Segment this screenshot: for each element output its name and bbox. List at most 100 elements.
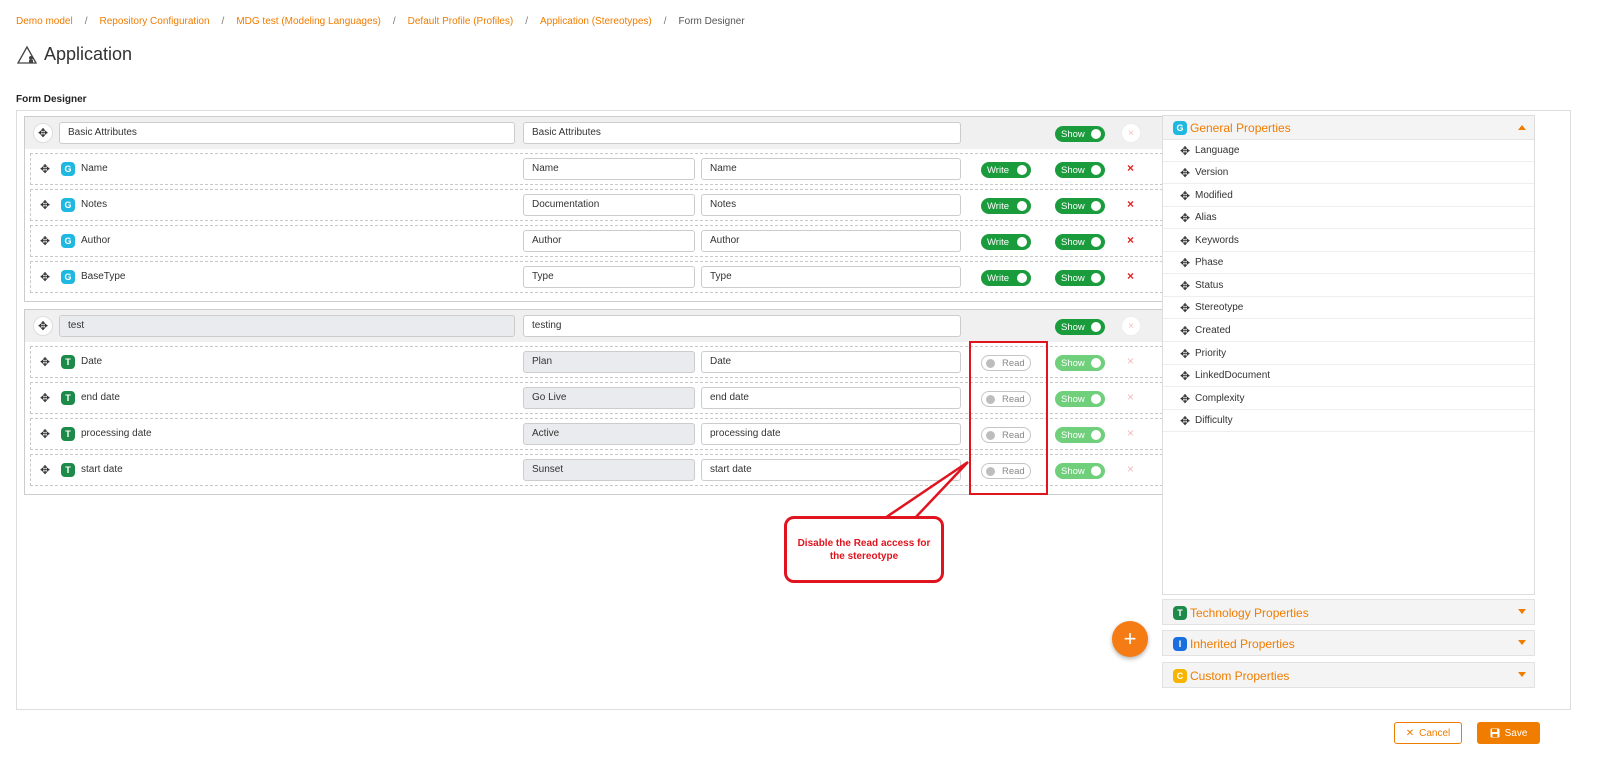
drag-handle-icon[interactable]: ✥ — [37, 426, 53, 442]
drag-handle-icon[interactable]: ✥ — [37, 390, 53, 406]
visibility-toggle[interactable]: Show — [1055, 319, 1105, 335]
access-toggle[interactable]: Write — [981, 162, 1031, 178]
remove-row-button[interactable]: × — [1127, 161, 1134, 175]
remove-row-button[interactable]: × — [1127, 233, 1134, 247]
remove-group-button[interactable]: × — [1121, 123, 1141, 143]
property-label-input[interactable]: Name — [523, 158, 695, 180]
drag-handle-icon[interactable]: ✥ — [37, 233, 53, 249]
breadcrumb-link[interactable]: MDG test (Modeling Languages) — [236, 16, 381, 27]
visibility-toggle[interactable]: Show — [1055, 391, 1105, 407]
property-list-item[interactable]: ✥ Modified — [1163, 185, 1534, 207]
drag-handle-icon[interactable]: ✥ — [37, 269, 53, 285]
access-toggle[interactable]: Write — [981, 234, 1031, 250]
property-caption-input[interactable]: Type — [701, 266, 961, 288]
property-label-input[interactable]: Author — [523, 230, 695, 252]
drag-handle-icon[interactable]: ✥ — [37, 354, 53, 370]
drag-handle-icon[interactable]: ✥ — [1177, 300, 1193, 316]
drag-handle-icon[interactable]: ✥ — [1177, 233, 1193, 249]
property-list-item[interactable]: ✥ Version — [1163, 162, 1534, 184]
general-badge-icon: G — [1173, 121, 1187, 135]
property-label-input[interactable]: Type — [523, 266, 695, 288]
drag-handle-icon[interactable]: ✥ — [1177, 391, 1193, 407]
drag-handle-icon[interactable]: ✥ — [1177, 278, 1193, 294]
drag-handle-icon[interactable]: ✥ — [1177, 323, 1193, 339]
toggle-knob — [1091, 273, 1101, 283]
add-group-button[interactable]: + — [1112, 621, 1148, 657]
visibility-toggle[interactable]: Show — [1055, 162, 1105, 178]
drag-handle-icon[interactable]: ✥ — [1177, 188, 1193, 204]
drag-handle-icon[interactable]: ✥ — [1177, 413, 1193, 429]
property-list-item[interactable]: ✥ Difficulty — [1163, 410, 1534, 432]
inherited-properties-header[interactable]: I Inherited Properties — [1162, 630, 1535, 656]
breadcrumb-link[interactable]: Application (Stereotypes) — [540, 16, 652, 27]
group-caption-input[interactable]: testing — [523, 315, 961, 337]
custom-properties-header[interactable]: C Custom Properties — [1162, 662, 1535, 688]
drag-handle-icon[interactable]: ✥ — [1177, 210, 1193, 226]
general-badge-icon: G — [61, 234, 75, 248]
property-list-item[interactable]: ✥ Stereotype — [1163, 297, 1534, 319]
property-list-item[interactable]: ✥ Created — [1163, 320, 1534, 342]
property-list-item[interactable]: ✥ Language — [1163, 140, 1534, 162]
property-label-input[interactable]: Active — [523, 423, 695, 445]
property-caption-input[interactable]: Author — [701, 230, 961, 252]
property-label-input[interactable]: Sunset — [523, 459, 695, 481]
property-caption-input[interactable]: end date — [701, 387, 961, 409]
general-badge-icon: G — [61, 198, 75, 212]
visibility-toggle[interactable]: Show — [1055, 463, 1105, 479]
property-label: Phase — [1195, 257, 1224, 268]
property-list-item[interactable]: ✥ Complexity — [1163, 388, 1534, 410]
access-toggle[interactable]: Write — [981, 270, 1031, 286]
access-toggle[interactable]: Write — [981, 198, 1031, 214]
remove-row-button[interactable]: × — [1127, 354, 1134, 368]
property-label-input[interactable]: Go Live — [523, 387, 695, 409]
remove-row-button[interactable]: × — [1127, 197, 1134, 211]
remove-row-button[interactable]: × — [1127, 269, 1134, 283]
property-list-item[interactable]: ✥ Priority — [1163, 343, 1534, 365]
property-list-item[interactable]: ✥ Status — [1163, 275, 1534, 297]
visibility-toggle[interactable]: Show — [1055, 270, 1105, 286]
property-caption-input[interactable]: Date — [701, 351, 961, 373]
drag-handle-icon[interactable]: ✥ — [37, 462, 53, 478]
property-caption-input[interactable]: processing date — [701, 423, 961, 445]
property-caption-input[interactable]: Name — [701, 158, 961, 180]
visibility-toggle[interactable]: Show — [1055, 355, 1105, 371]
property-label: Stereotype — [1195, 302, 1244, 313]
cancel-button[interactable]: ✕ Cancel — [1394, 722, 1462, 744]
remove-group-button[interactable]: × — [1121, 316, 1141, 336]
drag-handle-icon[interactable]: ✥ — [37, 197, 53, 213]
general-properties-header[interactable]: G General Properties — [1163, 116, 1534, 140]
property-label-input[interactable]: Plan — [523, 351, 695, 373]
drag-handle-icon[interactable]: ✥ — [33, 123, 53, 143]
cancel-label: Cancel — [1419, 727, 1451, 739]
visibility-toggle[interactable]: Show — [1055, 234, 1105, 250]
drag-handle-icon[interactable]: ✥ — [33, 316, 53, 336]
property-list-item[interactable]: ✥ Alias — [1163, 207, 1534, 229]
visibility-toggle[interactable]: Show — [1055, 427, 1105, 443]
drag-handle-icon[interactable]: ✥ — [1177, 368, 1193, 384]
remove-row-button[interactable]: × — [1127, 462, 1134, 476]
property-label-input[interactable]: Documentation — [523, 194, 695, 216]
drag-handle-icon[interactable]: ✥ — [1177, 143, 1193, 159]
group-name-input[interactable]: test — [59, 315, 515, 337]
property-caption-input[interactable]: start date — [701, 459, 961, 481]
technology-properties-header[interactable]: T Technology Properties — [1162, 599, 1535, 625]
breadcrumb-link[interactable]: Default Profile (Profiles) — [408, 16, 514, 27]
drag-handle-icon[interactable]: ✥ — [1177, 165, 1193, 181]
breadcrumb-link[interactable]: Demo model — [16, 16, 73, 27]
visibility-toggle[interactable]: Show — [1055, 126, 1105, 142]
visibility-toggle[interactable]: Show — [1055, 198, 1105, 214]
remove-row-button[interactable]: × — [1127, 426, 1134, 440]
drag-handle-icon[interactable]: ✥ — [1177, 346, 1193, 362]
group-caption-input[interactable]: Basic Attributes — [523, 122, 961, 144]
property-list-item[interactable]: ✥ Keywords — [1163, 230, 1534, 252]
save-button[interactable]: Save — [1477, 722, 1540, 744]
breadcrumb-link[interactable]: Repository Configuration — [99, 16, 209, 27]
group-name-input[interactable]: Basic Attributes — [59, 122, 515, 144]
property-list-item[interactable]: ✥ LinkedDocument — [1163, 365, 1534, 387]
remove-row-button[interactable]: × — [1127, 390, 1134, 404]
drag-handle-icon[interactable]: ✥ — [37, 161, 53, 177]
property-caption-input[interactable]: Notes — [701, 194, 961, 216]
drag-handle-icon[interactable]: ✥ — [1177, 255, 1193, 271]
property-list-item[interactable]: ✥ Phase — [1163, 252, 1534, 274]
breadcrumb-current: Form Designer — [678, 16, 745, 27]
